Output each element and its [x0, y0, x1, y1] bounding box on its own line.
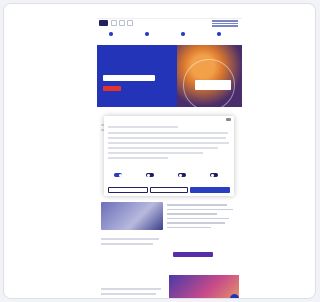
side-list: [167, 204, 237, 231]
hero-banner: [97, 45, 242, 107]
globe-icon[interactable]: [127, 20, 133, 26]
nav-item-4[interactable]: [209, 32, 229, 37]
text-line: [101, 293, 156, 295]
user-icon[interactable]: [111, 20, 117, 26]
search-icon[interactable]: [119, 20, 125, 26]
cookie-text-line: [108, 157, 168, 159]
cookie-text-line: [108, 147, 218, 149]
hero-info-card[interactable]: [195, 80, 231, 90]
purple-cta-button[interactable]: [173, 252, 213, 257]
close-icon[interactable]: [226, 118, 231, 121]
text-line: [101, 288, 161, 290]
toggle-switch[interactable]: [178, 173, 186, 177]
text-line: [101, 243, 153, 245]
cookie-text-line: [108, 126, 178, 128]
hero-cta-button[interactable]: [103, 86, 121, 91]
text-line: [101, 298, 151, 299]
promo-image[interactable]: [169, 275, 239, 298]
nav-item-1[interactable]: [101, 32, 121, 37]
cookie-toggle-preferences: [142, 168, 166, 180]
nav-icon: [181, 32, 185, 36]
menu-icon[interactable]: [99, 20, 108, 26]
toolbar: [97, 19, 242, 29]
cookie-text-line: [108, 132, 228, 134]
decline-button[interactable]: [108, 187, 148, 193]
cookie-toggle-necessary: [110, 168, 134, 180]
nav-icon: [217, 32, 221, 36]
save-selection-button[interactable]: [150, 187, 188, 193]
toggle-switch[interactable]: [114, 173, 122, 177]
scroll-to-top-button[interactable]: [230, 294, 239, 298]
nav-item-3[interactable]: [173, 32, 193, 37]
cookie-text-line: [108, 137, 226, 139]
cookie-toggle-marketing: [206, 168, 230, 180]
cookie-consent-dialog: [104, 116, 234, 196]
article-image[interactable]: [101, 202, 163, 230]
cookie-text-line: [108, 142, 229, 144]
accept-all-button[interactable]: [190, 187, 230, 193]
hero-search-input[interactable]: [103, 75, 155, 81]
nav-item-2[interactable]: [137, 32, 157, 37]
cookie-toggle-statistics: [174, 168, 198, 180]
toggle-switch[interactable]: [146, 173, 154, 177]
nav-icon: [145, 32, 149, 36]
text-line: [101, 238, 159, 240]
nav-icon: [109, 32, 113, 36]
top-links[interactable]: [212, 20, 238, 28]
toggle-switch[interactable]: [210, 173, 218, 177]
screenshot-frame: [3, 3, 316, 299]
top-bar: [97, 12, 242, 19]
cookie-text-line: [108, 152, 203, 154]
